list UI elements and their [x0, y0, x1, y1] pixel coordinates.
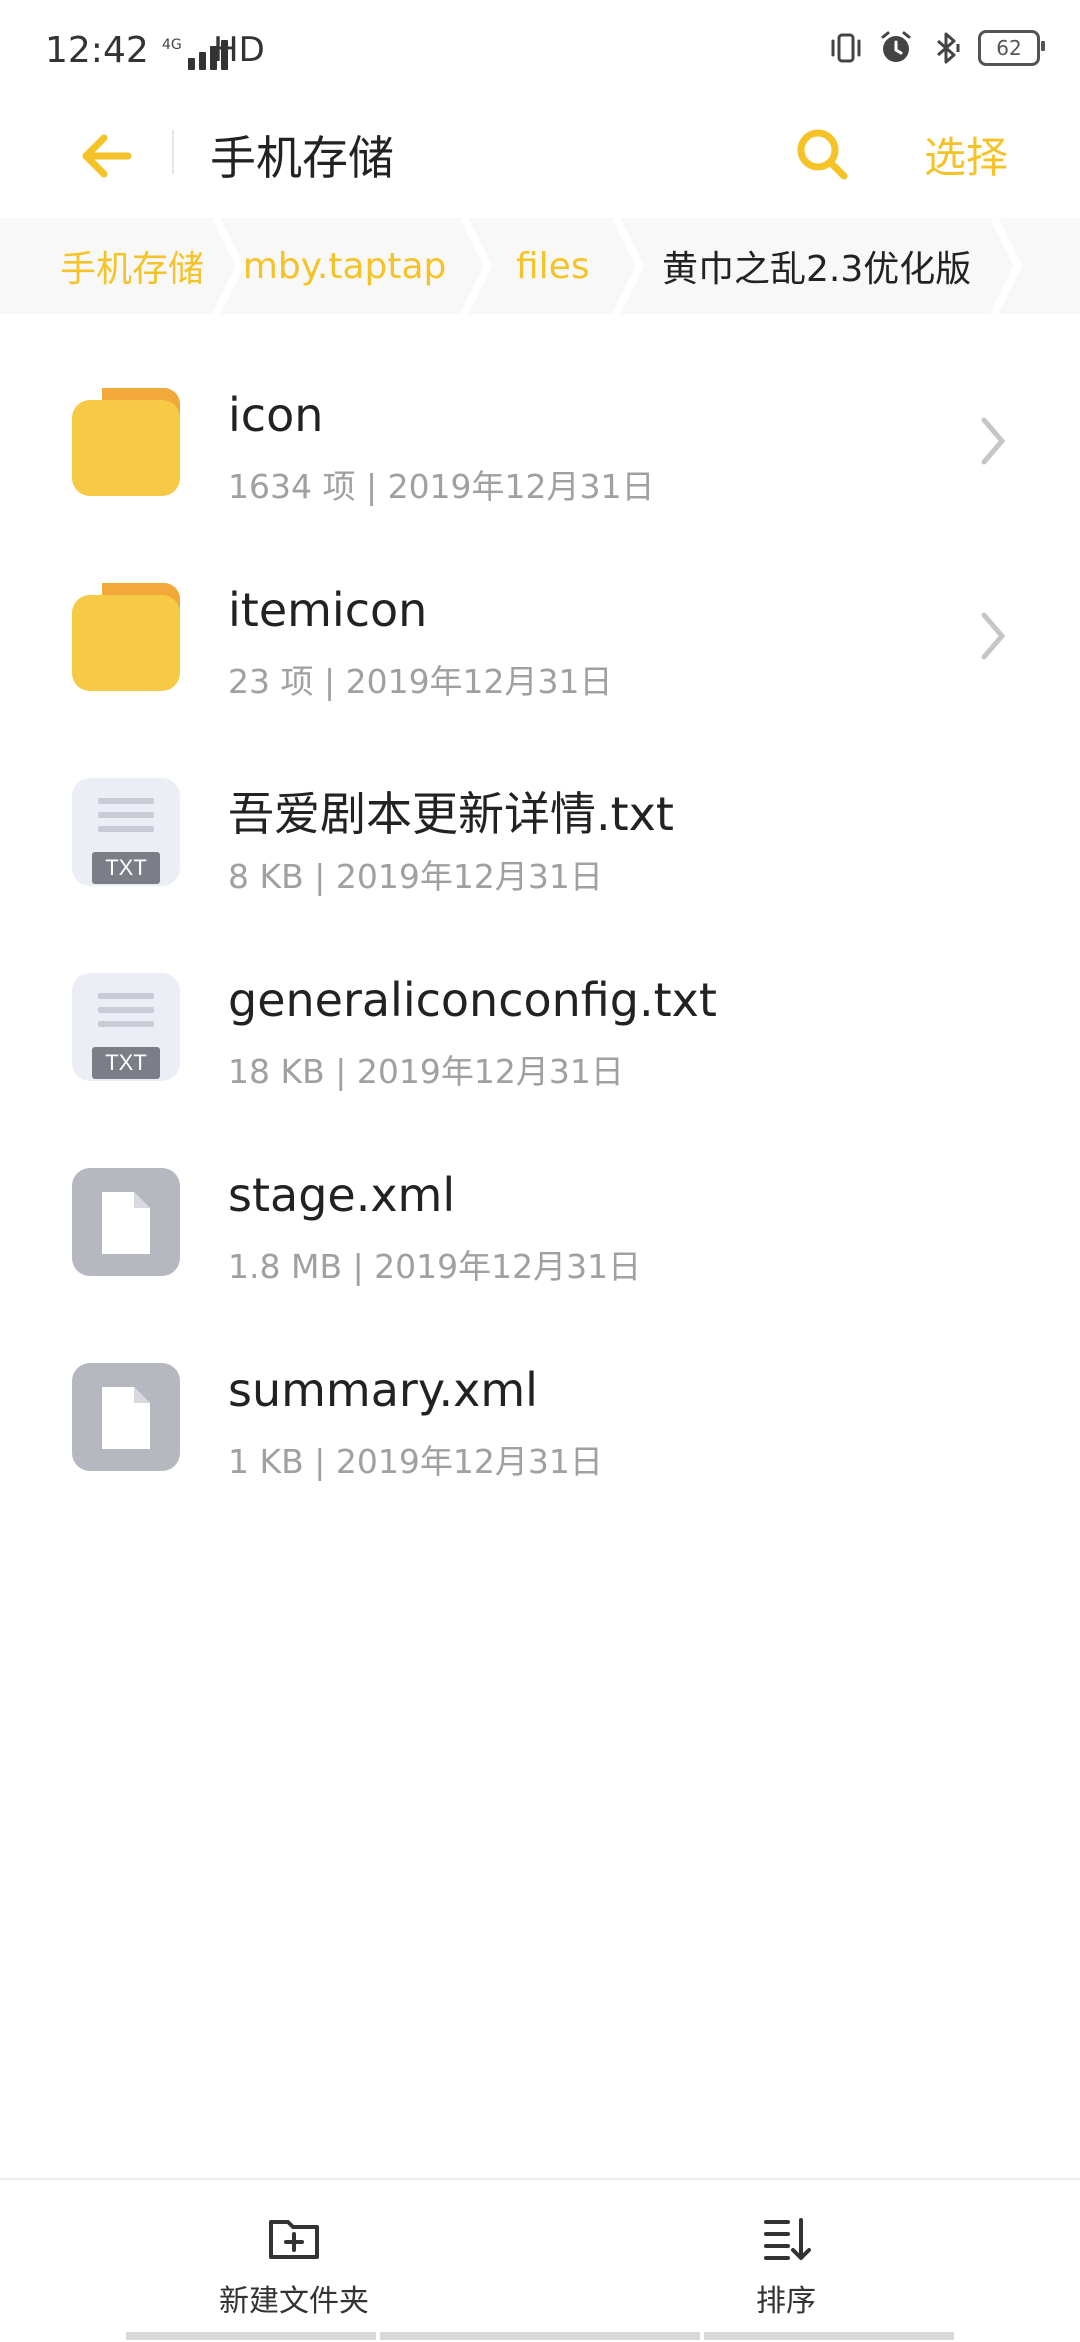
list-item[interactable]: TXT 吾爱剧本更新详情.txt 8 KB | 2019年12月31日 — [0, 732, 1080, 927]
file-meta: 1 KB | 2019年12月31日 — [228, 1442, 603, 1481]
alarm-icon — [881, 31, 911, 62]
gesture-bar — [0, 2332, 1080, 2340]
list-item[interactable]: TXT generaliconconfig.txt 18 KB | 2019年1… — [0, 927, 1080, 1122]
document-icon — [72, 1363, 180, 1471]
breadcrumb-item-root[interactable]: 手机存储 — [60, 218, 204, 314]
file-name: generaliconconfig.txt — [228, 973, 717, 1027]
new-folder-button[interactable]: 新建文件夹 — [174, 2210, 414, 2320]
bottom-action-bar: 新建文件夹 排序 — [0, 2178, 1080, 2342]
status-time: 12:42 — [45, 30, 149, 71]
file-meta: 8 KB | 2019年12月31日 — [228, 857, 603, 896]
breadcrumb-separator-icon — [460, 218, 493, 314]
file-name: icon — [228, 388, 324, 442]
bluetooth-icon — [937, 32, 960, 64]
toolbar: 手机存储 选择 — [0, 108, 1080, 218]
sort-button[interactable]: 排序 — [666, 2210, 906, 2320]
toolbar-divider — [172, 130, 174, 174]
txt-badge: TXT — [105, 1050, 147, 1075]
txt-badge: TXT — [105, 855, 147, 880]
status-bar: 12:42 4G HD 62 — [0, 0, 1080, 108]
file-meta: 18 KB | 2019年12月31日 — [228, 1052, 624, 1091]
page-title: 手机存储 — [210, 131, 394, 185]
breadcrumb-item-package[interactable]: nmby.taptap — [240, 218, 450, 314]
breadcrumb-separator-icon — [612, 218, 645, 314]
new-folder-label: 新建文件夹 — [219, 2284, 369, 2319]
hd-label: HD — [213, 30, 265, 70]
file-meta: 1.8 MB | 2019年12月31日 — [228, 1247, 642, 1286]
list-item[interactable]: summary.xml 1 KB | 2019年12月31日 — [0, 1317, 1080, 1512]
file-name: itemicon — [228, 583, 428, 637]
battery-icon: 62 — [978, 30, 1045, 66]
breadcrumb: 手机存储 nmby.taptap files 黄巾之乱2.3优化版 — [0, 218, 1080, 314]
file-meta: 1634 项 | 2019年12月31日 — [228, 467, 655, 506]
search-icon[interactable] — [792, 124, 852, 184]
sort-label: 排序 — [756, 2284, 816, 2319]
chevron-right-icon — [981, 417, 1006, 465]
list-item[interactable]: stage.xml 1.8 MB | 2019年12月31日 — [0, 1122, 1080, 1317]
network-type: 4G — [162, 37, 182, 53]
back-arrow-icon[interactable] — [76, 126, 136, 186]
text-file-icon: TXT — [72, 973, 180, 1081]
file-name: stage.xml — [228, 1168, 456, 1222]
file-meta: 23 项 | 2019年12月31日 — [228, 662, 613, 701]
new-folder-icon — [269, 2220, 319, 2259]
folder-icon — [72, 583, 180, 691]
list-item[interactable]: icon 1634 项 | 2019年12月31日 — [0, 342, 1080, 537]
breadcrumb-item-current[interactable]: 黄巾之乱2.3优化版 — [662, 218, 971, 314]
select-button[interactable]: 选择 — [924, 124, 1008, 185]
vibrate-icon — [831, 33, 861, 63]
sort-icon — [764, 2218, 811, 2260]
folder-icon — [72, 388, 180, 496]
breadcrumb-separator-icon — [990, 218, 1023, 314]
breadcrumb-item-files[interactable]: files — [516, 218, 590, 314]
list-item[interactable]: itemicon 23 项 | 2019年12月31日 — [0, 537, 1080, 732]
chevron-right-icon — [981, 612, 1006, 660]
document-icon — [72, 1168, 180, 1276]
file-name: 吾爱剧本更新详情.txt — [228, 787, 674, 841]
file-name: summary.xml — [228, 1363, 538, 1417]
text-file-icon: TXT — [72, 778, 180, 886]
